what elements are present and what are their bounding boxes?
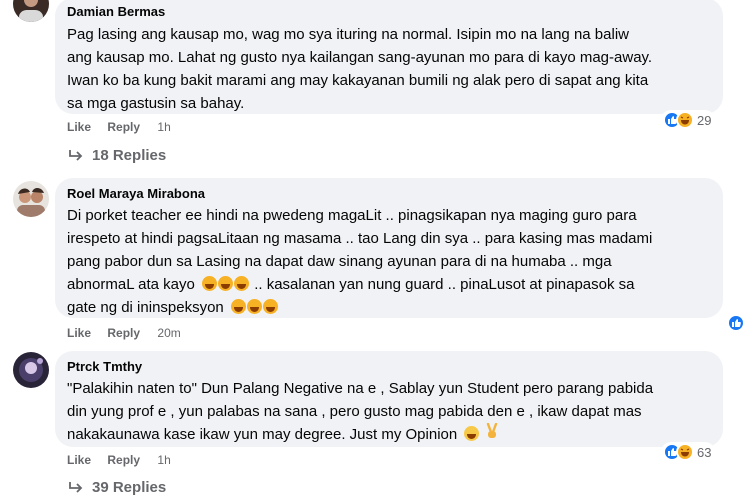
comment-actions: Like Reply 1h (67, 120, 171, 134)
victory-hand-emoji-icon (485, 422, 499, 446)
reaction-summary[interactable]: 63 (661, 442, 716, 462)
like-button[interactable]: Like (67, 120, 91, 134)
reply-button[interactable]: Reply (107, 453, 140, 467)
replies-count-label: 18 Replies (92, 147, 167, 164)
like-button[interactable]: Like (67, 326, 91, 340)
comment-text: Pag lasing ang kausap mo, wag mo sya itu… (67, 26, 653, 112)
avatar[interactable] (13, 0, 49, 22)
smile-emoji-icon (464, 426, 480, 443)
comment-timestamp[interactable]: 20m (157, 326, 180, 340)
reaction-count: 63 (697, 444, 712, 460)
comment-bubble: Ptrck Tmthy "Palakihin naten to" Dun Pal… (55, 351, 723, 447)
reply-button[interactable]: Reply (107, 326, 140, 340)
avatar[interactable] (13, 181, 49, 217)
reaction-count: 29 (697, 112, 712, 128)
like-button[interactable]: Like (67, 453, 91, 467)
avatar[interactable] (13, 352, 49, 388)
reaction-summary[interactable] (726, 313, 746, 333)
view-replies-link[interactable]: 39 Replies (68, 479, 166, 496)
reply-arrow-icon (69, 481, 83, 493)
view-replies-link[interactable]: 18 Replies (68, 147, 166, 164)
reaction-summary[interactable]: 29 (661, 110, 716, 130)
laughing-emoji-icon (202, 276, 250, 293)
comment-text: "Palakihin naten to" Dun Palang Negative… (67, 377, 711, 446)
comment-bubble: Roel Maraya Mirabona Di porket teacher e… (55, 178, 723, 318)
comment-text: Di porket teacher ee hindi na pwedeng ma… (67, 207, 653, 316)
replies-count-label: 39 Replies (92, 479, 167, 496)
comment-bubble: Damian Bermas Pag lasing ang kausap mo, … (55, 0, 723, 114)
comment-actions: Like Reply 1h (67, 453, 171, 467)
haha-reaction-icon (676, 443, 694, 461)
comment-author[interactable]: Roel Maraya Mirabona (67, 186, 711, 202)
comment-author[interactable]: Ptrck Tmthy (67, 359, 711, 375)
laughing-emoji-icon (230, 299, 279, 316)
like-reaction-icon (727, 314, 745, 332)
comment-author[interactable]: Damian Bermas (67, 4, 711, 20)
haha-reaction-icon (676, 111, 694, 129)
comment-timestamp[interactable]: 1h (157, 120, 170, 134)
comment-actions: Like Reply 20m (67, 326, 181, 340)
comment-timestamp[interactable]: 1h (157, 453, 170, 467)
reply-arrow-icon (69, 149, 83, 161)
reply-button[interactable]: Reply (107, 120, 140, 134)
